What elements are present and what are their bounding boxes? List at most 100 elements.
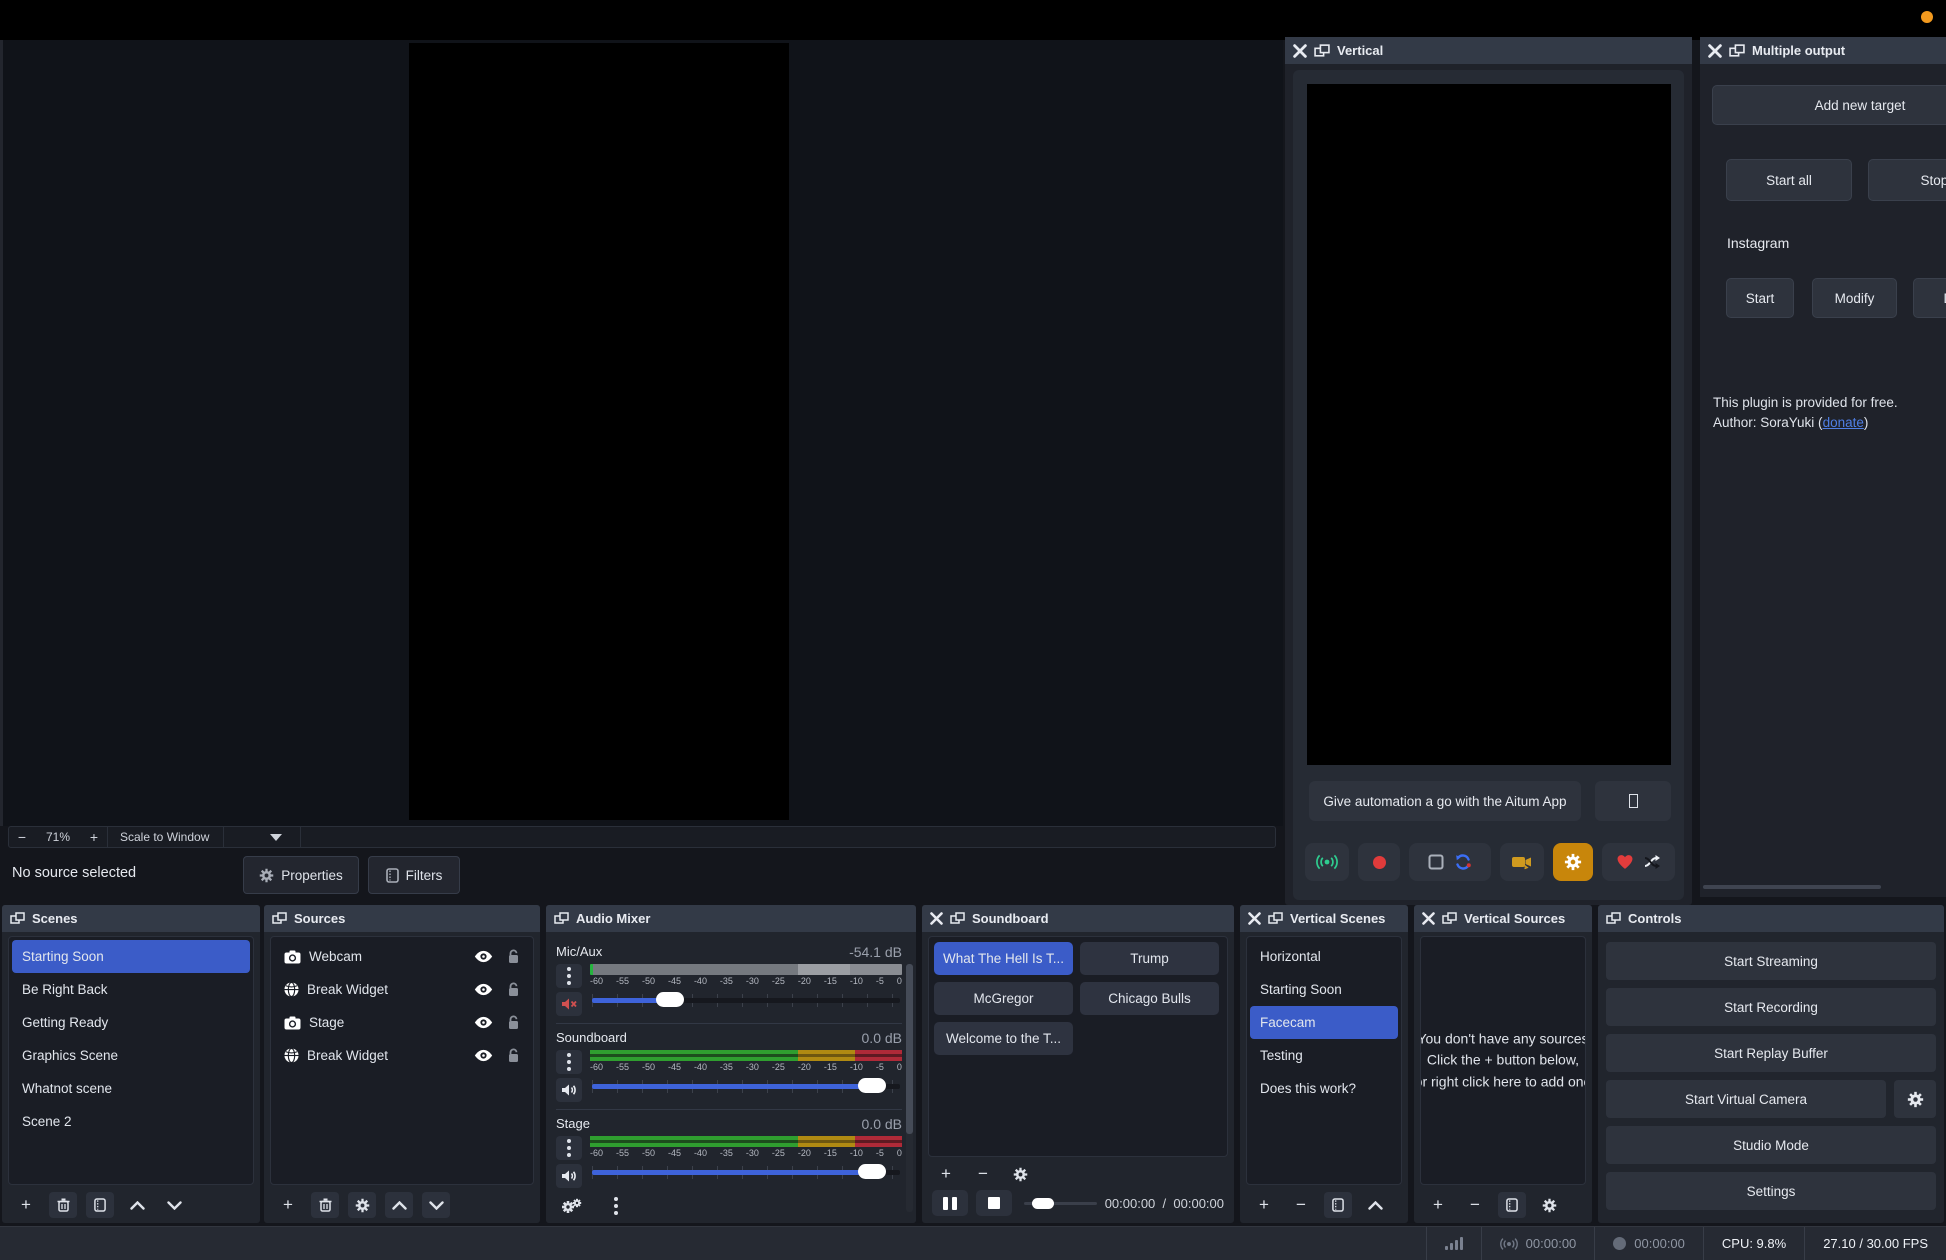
close-icon[interactable] [930, 912, 943, 925]
target-modify-button[interactable]: Modify [1812, 278, 1897, 318]
close-icon[interactable] [1248, 912, 1261, 925]
channel-menu-button[interactable] [556, 964, 582, 988]
start-all-button[interactable]: Start all [1726, 159, 1852, 201]
mute-button[interactable] [556, 1078, 582, 1102]
move-source-up-button[interactable] [385, 1192, 413, 1218]
unlock-icon[interactable] [507, 982, 520, 997]
visibility-eye-icon[interactable] [474, 1049, 493, 1062]
source-properties-button[interactable] [1535, 1192, 1563, 1218]
close-icon[interactable] [1708, 44, 1722, 58]
mixer-scrollbar[interactable] [906, 964, 913, 1212]
panel-menu-button[interactable] [1581, 1192, 1592, 1218]
unlock-icon[interactable] [507, 949, 520, 964]
target-delete-button[interactable]: Delete [1913, 278, 1946, 318]
sound-button[interactable]: Trump [1080, 942, 1219, 975]
aitum-extra-button[interactable] [1595, 781, 1671, 821]
slider-handle[interactable] [1032, 1198, 1054, 1209]
vertical-scene-item[interactable]: Horizontal [1250, 940, 1398, 973]
panel-menu-button[interactable] [1407, 1192, 1408, 1218]
remove-source-button[interactable] [311, 1192, 339, 1218]
close-icon[interactable] [1293, 44, 1307, 58]
add-scene-button[interactable]: + [1250, 1192, 1278, 1218]
vertical-virtual-camera-button[interactable] [1500, 843, 1544, 881]
multiple-output-header[interactable]: Multiple output [1700, 37, 1946, 64]
move-scene-down-button[interactable] [160, 1192, 188, 1218]
scene-item[interactable]: Getting Ready [12, 1006, 250, 1039]
add-scene-button[interactable]: + [12, 1192, 40, 1218]
virtual-camera-settings-button[interactable] [1894, 1080, 1936, 1118]
vertical-scene-item[interactable]: Testing [1250, 1039, 1398, 1072]
sound-button[interactable]: McGregor [934, 982, 1073, 1015]
start-virtual-camera-button[interactable]: Start Virtual Camera [1606, 1080, 1886, 1118]
visibility-eye-icon[interactable] [474, 1016, 493, 1029]
mute-button[interactable] [556, 1164, 582, 1188]
vertical-scene-item[interactable]: Does this work? [1250, 1072, 1398, 1105]
remove-source-button[interactable]: − [1461, 1192, 1489, 1218]
pause-button[interactable] [932, 1190, 968, 1216]
start-replay-buffer-button[interactable]: Start Replay Buffer [1606, 1034, 1936, 1072]
vertical-settings-button[interactable] [1553, 843, 1593, 881]
sound-button[interactable]: What The Hell Is T... [934, 942, 1073, 975]
move-scene-up-button[interactable] [123, 1192, 151, 1218]
move-scene-up-button[interactable] [1361, 1192, 1389, 1218]
source-item[interactable]: Webcam [274, 940, 530, 973]
vertical-sources-panel-header[interactable]: Vertical Sources [1414, 905, 1592, 932]
scene-filters-button[interactable] [1324, 1192, 1352, 1218]
add-source-button[interactable]: + [1424, 1192, 1452, 1218]
vertical-support-share-button[interactable] [1602, 843, 1675, 881]
vertical-scene-item[interactable]: Starting Soon [1250, 973, 1398, 1006]
vertical-record-button[interactable] [1358, 843, 1400, 881]
program-preview[interactable] [409, 43, 789, 820]
scene-item[interactable]: Scene 2 [12, 1105, 250, 1138]
scale-mode-label[interactable]: Scale to Window [108, 830, 223, 844]
aitum-app-button[interactable]: Give automation a go with the Aitum App [1309, 781, 1581, 821]
vertical-scene-item[interactable]: Facecam [1250, 1006, 1398, 1039]
source-item[interactable]: Break Widget [274, 1039, 530, 1072]
add-sound-button[interactable]: + [932, 1161, 960, 1187]
controls-panel-header[interactable]: Controls [1598, 905, 1944, 932]
mute-button[interactable] [556, 992, 582, 1016]
slider-handle[interactable] [858, 1164, 886, 1179]
source-item[interactable]: Stage [274, 1006, 530, 1039]
remove-scene-button[interactable]: − [1287, 1192, 1315, 1218]
slider-handle[interactable] [858, 1078, 886, 1093]
source-filters-button[interactable] [1498, 1192, 1526, 1218]
volume-slider[interactable] [590, 1075, 902, 1097]
main-preview-canvas[interactable] [0, 40, 1283, 826]
properties-button[interactable]: Properties [243, 856, 359, 894]
unlock-icon[interactable] [507, 1048, 520, 1063]
advanced-audio-button[interactable] [558, 1193, 586, 1219]
soundboard-panel-header[interactable]: Soundboard [922, 905, 1234, 932]
move-source-down-button[interactable] [422, 1192, 450, 1218]
vertical-backtrack-button[interactable] [1409, 843, 1491, 881]
sound-button[interactable]: Welcome to the T... [934, 1022, 1073, 1055]
studio-mode-button[interactable]: Studio Mode [1606, 1126, 1936, 1164]
scene-item[interactable]: Whatnot scene [12, 1072, 250, 1105]
remove-sound-button[interactable]: − [969, 1161, 997, 1187]
start-recording-button[interactable]: Start Recording [1606, 988, 1936, 1026]
source-properties-button[interactable] [348, 1192, 376, 1218]
vertical-stream-button[interactable] [1305, 843, 1349, 881]
sound-button[interactable]: Chicago Bulls [1080, 982, 1219, 1015]
vertical-program-preview[interactable] [1307, 84, 1671, 765]
scene-item[interactable]: Graphics Scene [12, 1039, 250, 1072]
sources-panel-header[interactable]: Sources [264, 905, 540, 932]
zoom-out-button[interactable]: − [9, 829, 35, 845]
scene-item[interactable]: Starting Soon [12, 940, 250, 973]
channel-menu-button[interactable] [556, 1136, 582, 1160]
scene-filters-button[interactable] [86, 1192, 114, 1218]
stop-all-button[interactable]: Stop all [1868, 159, 1946, 201]
scene-item[interactable]: Be Right Back [12, 973, 250, 1006]
volume-slider[interactable] [590, 1161, 902, 1183]
vertical-scenes-panel-header[interactable]: Vertical Scenes [1240, 905, 1408, 932]
horizontal-scrollbar[interactable] [1703, 885, 1881, 889]
visibility-eye-icon[interactable] [474, 950, 493, 963]
stop-button[interactable] [976, 1190, 1012, 1216]
add-source-button[interactable]: + [274, 1192, 302, 1218]
close-icon[interactable] [1422, 912, 1435, 925]
soundboard-volume-slider[interactable] [1024, 1196, 1096, 1210]
sound-settings-button[interactable] [1006, 1161, 1034, 1187]
vertical-sources-list[interactable]: You don't have any sources Click the + b… [1420, 936, 1586, 1185]
channel-menu-button[interactable] [556, 1050, 582, 1074]
unlock-icon[interactable] [507, 1015, 520, 1030]
